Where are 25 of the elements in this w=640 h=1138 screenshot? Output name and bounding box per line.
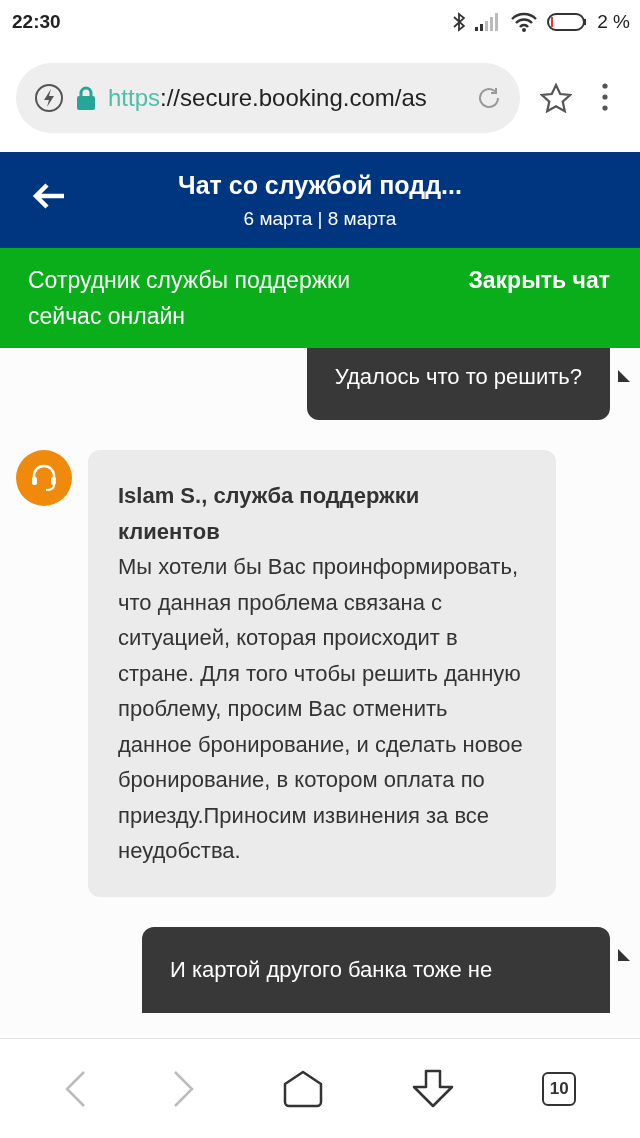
- wifi-icon: [511, 12, 538, 32]
- address-bar[interactable]: https://secure.booking.com/as: [16, 63, 520, 133]
- booking-dates: 6 марта | 8 марта: [243, 207, 397, 230]
- agent-name: Islam S., служба поддержки клиентов: [118, 482, 421, 546]
- lightning-icon: [34, 83, 64, 113]
- message-text: И картой другого банка тоже не: [170, 956, 493, 982]
- sent-mark-icon: [618, 370, 630, 382]
- battery-icon: [547, 13, 588, 31]
- tabs-button[interactable]: 10: [542, 1072, 577, 1106]
- clock-time: 22:30: [12, 11, 62, 33]
- battery-percent: 2 %: [597, 11, 630, 33]
- sent-mark-icon: [618, 948, 630, 961]
- download-button[interactable]: [410, 1069, 455, 1109]
- url-text: https://secure.booking.com/as: [108, 84, 428, 112]
- back-arrow-icon[interactable]: [32, 182, 66, 210]
- lock-icon: [76, 86, 96, 110]
- support-agent-avatar: [16, 450, 72, 506]
- home-button[interactable]: [283, 1070, 323, 1108]
- bluetooth-icon: [453, 12, 466, 32]
- message-text: Мы хотели бы Вас проинформировать, что данная проблема связана с ситуацией, которая происходит в стране. Для того чтобы решить данную проблему, просим Вас отменить данное бронирование, и сделать новое бронирование, в котором оплата по приезду.Приносим извинения за все неудобства.: [118, 554, 523, 863]
- menu-icon[interactable]: [602, 83, 608, 111]
- star-icon[interactable]: [540, 83, 572, 113]
- chat-title: Чат со службой подд...: [178, 170, 462, 200]
- message-text: Удалось что то решить?: [334, 364, 582, 389]
- agent-status: Сотрудник службы поддержки сейчас онлайн: [28, 266, 351, 331]
